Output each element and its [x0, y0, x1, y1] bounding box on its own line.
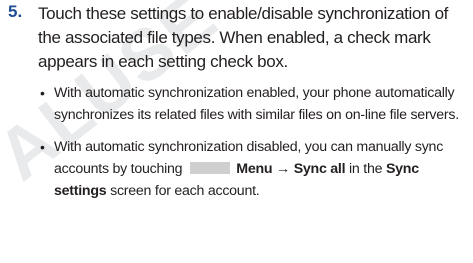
sync-all-label: Sync all [293, 161, 346, 177]
step-number: 5. [8, 2, 23, 21]
bullet-icon: • [40, 139, 45, 155]
menu-key-icon [190, 162, 231, 174]
bullet-text-after: screen for each account. [110, 183, 260, 199]
bullet-text-middle: in the [349, 161, 383, 177]
bullet-item-sync-enabled: • With automatic synchronization enabled… [38, 82, 470, 126]
bullet-item-sync-disabled: • With automatic synchronization disable… [38, 136, 470, 202]
bullet-list: • With automatic synchronization enabled… [38, 82, 470, 202]
bullet-text: With automatic synchronization enabled, … [54, 85, 459, 123]
step-text: Touch these settings to enable/disable s… [38, 4, 449, 71]
menu-label: Menu [236, 161, 273, 177]
arrow-icon: → [276, 161, 290, 177]
bullet-icon: • [40, 85, 45, 101]
